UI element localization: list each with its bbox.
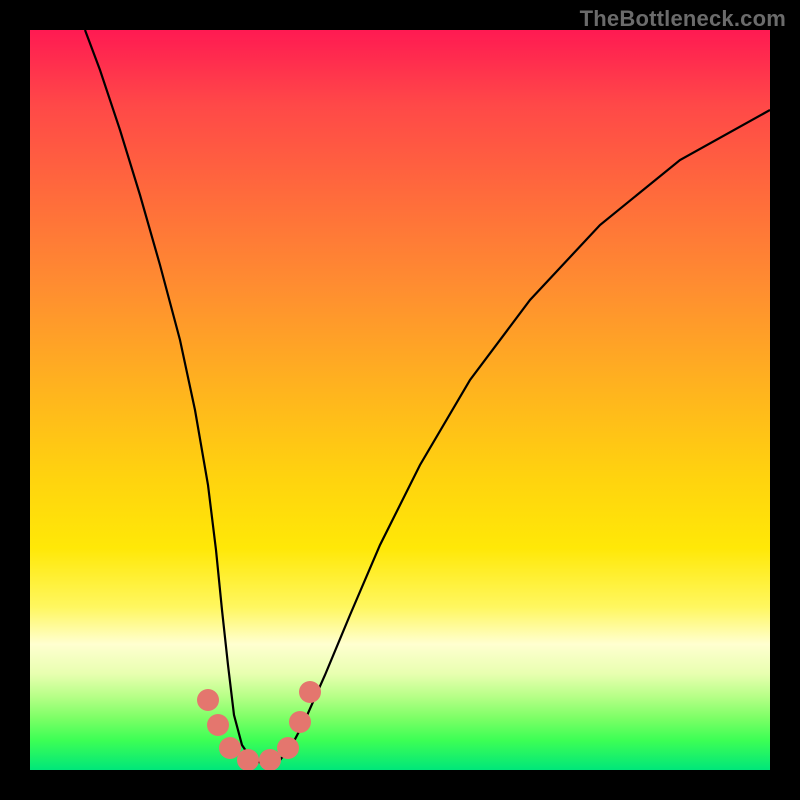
plot-area [30,30,770,770]
bead-left-2 [207,714,229,736]
bead-right-2 [289,711,311,733]
bead-left-3 [219,737,241,759]
chart-svg [30,30,770,770]
bead-right-1 [277,737,299,759]
bottleneck-curve [85,30,770,764]
bead-left-1 [197,689,219,711]
bead-right-3 [299,681,321,703]
bead-bottom-1 [237,749,259,770]
bead-bottom-2 [259,749,281,770]
watermark-text: TheBottleneck.com [580,6,786,32]
curve-markers [197,681,321,770]
